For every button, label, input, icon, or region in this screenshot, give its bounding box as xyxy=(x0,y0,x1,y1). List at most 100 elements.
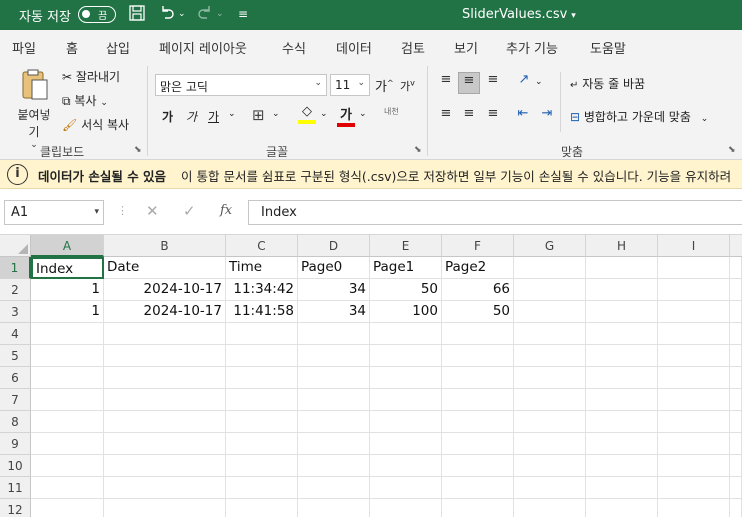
cell[interactable] xyxy=(442,433,514,455)
wrap-text-button[interactable]: ↵ 자동 줄 바꿈 xyxy=(570,75,645,92)
cell[interactable] xyxy=(658,411,730,433)
cell[interactable] xyxy=(31,367,104,389)
row-header[interactable]: 7 xyxy=(0,389,31,411)
column-header-b[interactable]: B xyxy=(104,235,226,257)
copy-button[interactable]: ⧉ 복사 ⌄ xyxy=(62,92,108,109)
cell[interactable] xyxy=(226,433,298,455)
undo-dropdown-icon[interactable]: ⌄ xyxy=(178,9,186,19)
italic-button[interactable]: 가 xyxy=(186,108,197,125)
cell[interactable] xyxy=(226,477,298,499)
cell[interactable] xyxy=(226,345,298,367)
grow-font-button[interactable]: 가^ xyxy=(375,76,394,95)
cell[interactable] xyxy=(104,477,226,499)
name-box[interactable]: A1 ▾ xyxy=(4,200,104,225)
cell[interactable] xyxy=(31,389,104,411)
font-launcher-icon[interactable]: ⬊ xyxy=(414,145,422,155)
column-header-j[interactable] xyxy=(730,235,742,257)
tab-review[interactable]: 검토 xyxy=(401,38,425,57)
cell[interactable] xyxy=(442,323,514,345)
cell[interactable]: 50 xyxy=(442,301,514,323)
row-header[interactable]: 6 xyxy=(0,367,31,389)
cell[interactable] xyxy=(514,323,586,345)
cell[interactable] xyxy=(442,455,514,477)
cell[interactable] xyxy=(104,389,226,411)
cell[interactable]: Date xyxy=(104,257,226,279)
fill-color-button[interactable]: ◇ xyxy=(298,104,316,124)
cell[interactable] xyxy=(514,499,586,517)
undo-icon[interactable] xyxy=(158,4,176,26)
cell[interactable]: 66 xyxy=(442,279,514,301)
cell[interactable] xyxy=(31,477,104,499)
cell[interactable] xyxy=(514,257,586,279)
cell[interactable]: 50 xyxy=(370,279,442,301)
font-name-box[interactable]: 맑은 고딕 ⌄ xyxy=(155,74,327,96)
cell[interactable] xyxy=(226,367,298,389)
merge-center-button[interactable]: ⊟ 병합하고 가운데 맞춤 ⌄ xyxy=(570,108,708,125)
column-header-i[interactable]: I xyxy=(658,235,730,257)
cell[interactable] xyxy=(658,323,730,345)
more-options-icon[interactable]: ⋮ xyxy=(117,204,128,217)
cell[interactable]: 34 xyxy=(298,279,370,301)
row-header[interactable]: 4 xyxy=(0,323,31,345)
cell[interactable] xyxy=(586,323,658,345)
align-top-icon[interactable]: ≡ xyxy=(435,72,457,94)
row-header[interactable]: 8 xyxy=(0,411,31,433)
column-header-a[interactable]: A xyxy=(31,235,104,257)
cell[interactable]: 1 xyxy=(31,301,104,323)
cell[interactable] xyxy=(298,411,370,433)
tab-file[interactable]: 파일 xyxy=(12,38,36,57)
cell[interactable] xyxy=(442,411,514,433)
border-dropdown-icon[interactable]: ⌄ xyxy=(272,109,280,119)
cell[interactable] xyxy=(31,323,104,345)
cell[interactable] xyxy=(658,455,730,477)
cell[interactable] xyxy=(514,301,586,323)
cell[interactable] xyxy=(730,433,742,455)
cell[interactable] xyxy=(586,499,658,517)
cell[interactable] xyxy=(514,433,586,455)
row-header[interactable]: 11 xyxy=(0,477,31,499)
cell[interactable] xyxy=(730,345,742,367)
cell[interactable] xyxy=(370,389,442,411)
phonetic-button[interactable]: 내천 xyxy=(384,106,399,117)
cell[interactable] xyxy=(730,411,742,433)
save-icon[interactable] xyxy=(128,4,146,26)
cell[interactable] xyxy=(442,499,514,517)
cell[interactable]: 11:34:42 xyxy=(226,279,298,301)
cell[interactable] xyxy=(514,389,586,411)
cell[interactable] xyxy=(370,323,442,345)
row-header[interactable]: 3 xyxy=(0,301,31,323)
cell[interactable] xyxy=(730,477,742,499)
cell[interactable] xyxy=(370,499,442,517)
cell[interactable]: 2024-10-17 xyxy=(104,301,226,323)
select-all-button[interactable] xyxy=(0,235,31,257)
cell[interactable] xyxy=(658,301,730,323)
row-header[interactable]: 1 xyxy=(0,257,31,279)
cell[interactable] xyxy=(104,367,226,389)
alignment-launcher-icon[interactable]: ⬊ xyxy=(728,145,736,155)
cell[interactable]: 34 xyxy=(298,301,370,323)
tab-help[interactable]: 도움말 xyxy=(590,38,626,57)
cell[interactable] xyxy=(370,433,442,455)
align-middle-icon[interactable]: ≡ xyxy=(458,72,480,94)
cell[interactable] xyxy=(514,345,586,367)
align-center-icon[interactable]: ≡ xyxy=(458,106,480,128)
cell[interactable] xyxy=(226,455,298,477)
row-header[interactable]: 9 xyxy=(0,433,31,455)
cell[interactable] xyxy=(658,345,730,367)
cell[interactable] xyxy=(298,499,370,517)
orientation-icon[interactable]: ↗ xyxy=(514,72,534,94)
cell[interactable]: 11:41:58 xyxy=(226,301,298,323)
cell[interactable] xyxy=(514,367,586,389)
cell[interactable] xyxy=(586,257,658,279)
fill-dropdown-icon[interactable]: ⌄ xyxy=(320,109,328,119)
cell[interactable] xyxy=(658,499,730,517)
border-icon[interactable]: ⊞ xyxy=(252,106,265,124)
cell[interactable] xyxy=(442,389,514,411)
cell[interactable] xyxy=(298,433,370,455)
cell[interactable] xyxy=(514,411,586,433)
tab-page-layout[interactable]: 페이지 레이아웃 xyxy=(159,38,247,57)
cell[interactable] xyxy=(586,389,658,411)
cell[interactable] xyxy=(586,477,658,499)
cell[interactable] xyxy=(658,257,730,279)
cell[interactable] xyxy=(104,345,226,367)
